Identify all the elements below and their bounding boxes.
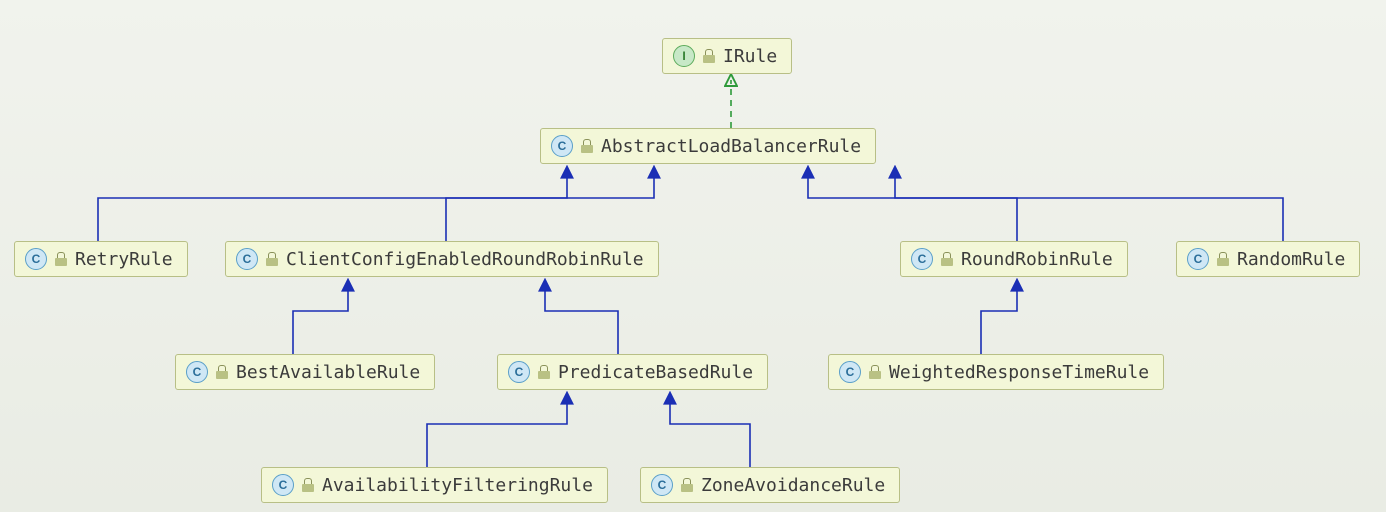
lock-icon [266, 252, 278, 266]
edge-retry-to-abstract [98, 172, 567, 241]
lock-icon [302, 478, 314, 492]
class-icon: C [186, 361, 208, 383]
class-icon: C [272, 474, 294, 496]
node-label: ZoneAvoidanceRule [701, 475, 885, 496]
node-weighted[interactable]: C WeightedResponseTimeRule [828, 354, 1164, 390]
lock-icon [55, 252, 67, 266]
node-label: RandomRule [1237, 249, 1345, 270]
node-label: PredicateBasedRule [558, 362, 753, 383]
lock-icon [1217, 252, 1229, 266]
lock-icon [681, 478, 693, 492]
node-random[interactable]: C RandomRule [1176, 241, 1360, 277]
class-icon: C [911, 248, 933, 270]
node-label: AvailabilityFilteringRule [322, 475, 593, 496]
node-ccerrr[interactable]: C ClientConfigEnabledRoundRobinRule [225, 241, 659, 277]
lock-icon [869, 365, 881, 379]
node-bestavail[interactable]: C BestAvailableRule [175, 354, 435, 390]
interface-icon: I [673, 45, 695, 67]
class-icon: C [508, 361, 530, 383]
lock-icon [216, 365, 228, 379]
node-abstract[interactable]: C AbstractLoadBalancerRule [540, 128, 876, 164]
lock-icon [941, 252, 953, 266]
class-icon: C [236, 248, 258, 270]
node-availfilter[interactable]: C AvailabilityFilteringRule [261, 467, 608, 503]
edge-weighted-to-roundrobin [981, 285, 1017, 354]
class-icon: C [651, 474, 673, 496]
node-label: RetryRule [75, 249, 173, 270]
node-zoneavoid[interactable]: C ZoneAvoidanceRule [640, 467, 900, 503]
node-predicate[interactable]: C PredicateBasedRule [497, 354, 768, 390]
node-label: AbstractLoadBalancerRule [601, 136, 861, 157]
node-label: WeightedResponseTimeRule [889, 362, 1149, 383]
class-icon: C [1187, 248, 1209, 270]
edge-predicate-to-ccerrr [545, 285, 618, 354]
edge-bestavail-to-ccerrr [293, 285, 348, 354]
class-icon: C [839, 361, 861, 383]
class-icon: C [551, 135, 573, 157]
edge-zoneavoid-to-predicate [670, 398, 750, 467]
lock-icon [703, 49, 715, 63]
edge-roundrobin-to-abstract [808, 172, 1017, 241]
node-label: IRule [723, 46, 777, 67]
edge-availfilter-to-predicate [427, 398, 567, 467]
edge-random-to-abstract [895, 172, 1283, 241]
node-label: ClientConfigEnabledRoundRobinRule [286, 249, 644, 270]
node-label: RoundRobinRule [961, 249, 1113, 270]
node-retry[interactable]: C RetryRule [14, 241, 188, 277]
lock-icon [581, 139, 593, 153]
class-icon: C [25, 248, 47, 270]
node-irule[interactable]: I IRule [662, 38, 792, 74]
lock-icon [538, 365, 550, 379]
node-label: BestAvailableRule [236, 362, 420, 383]
edge-ccerrr-to-abstract [446, 172, 654, 241]
node-roundrobin[interactable]: C RoundRobinRule [900, 241, 1128, 277]
